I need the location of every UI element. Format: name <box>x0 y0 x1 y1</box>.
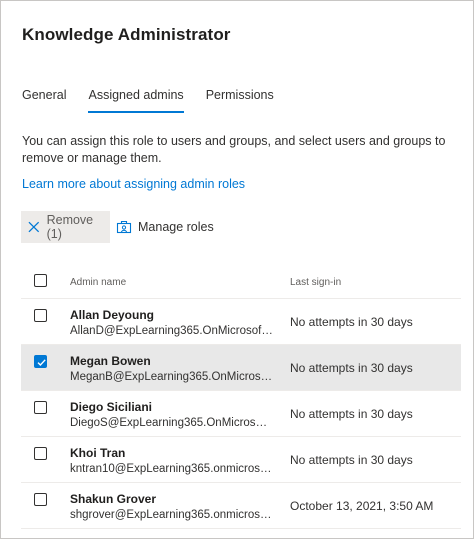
last-sign-in: No attempts in 30 days <box>290 453 413 467</box>
manage-roles-label: Manage roles <box>138 220 214 234</box>
last-sign-in: No attempts in 30 days <box>290 407 413 421</box>
admin-name: Diego Siciliani <box>70 400 153 414</box>
tab-bar: General Assigned admins Permissions <box>22 87 296 113</box>
admin-email: MeganB@ExpLearning365.OnMicrosoft.com <box>70 371 273 383</box>
row-checkbox[interactable] <box>34 493 47 506</box>
manage-roles-button[interactable]: Manage roles <box>116 211 214 243</box>
tab-permissions[interactable]: Permissions <box>206 87 274 113</box>
remove-button-label: Remove (1) <box>46 213 94 241</box>
admin-name: Megan Bowen <box>70 354 151 368</box>
last-sign-in: No attempts in 30 days <box>290 315 413 329</box>
admin-name: Shakun Grover <box>70 492 157 506</box>
table-row[interactable]: Megan Bowen MeganB@ExpLearning365.OnMicr… <box>21 345 461 391</box>
close-icon <box>28 221 40 233</box>
panel: Knowledge Administrator General Assigned… <box>0 0 474 539</box>
table-header: Admin name Last sign-in <box>21 267 461 299</box>
row-checkbox[interactable] <box>34 355 47 368</box>
admin-email: DiegoS@ExpLearning365.OnMicrosoft.com <box>70 417 273 429</box>
admin-email: kntran10@ExpLearning365.onmicrosoft.com <box>70 463 273 475</box>
manage-roles-icon <box>116 220 132 234</box>
table-row[interactable]: Shakun Grover shgrover@ExpLearning365.on… <box>21 483 461 529</box>
row-checkbox[interactable] <box>34 309 47 322</box>
tab-assigned-admins[interactable]: Assigned admins <box>88 87 184 113</box>
page-title: Knowledge Administrator <box>22 25 231 44</box>
column-header-last-sign-in: Last sign-in <box>290 277 342 288</box>
remove-button[interactable]: Remove (1) <box>21 211 110 243</box>
admin-email: AllanD@ExpLearning365.OnMicrosoft.com <box>70 325 273 337</box>
row-checkbox[interactable] <box>34 447 47 460</box>
select-all-checkbox[interactable] <box>34 274 47 287</box>
table-row[interactable]: Allan Deyoung AllanD@ExpLearning365.OnMi… <box>21 299 461 345</box>
column-header-admin-name: Admin name <box>70 277 127 288</box>
table-row[interactable]: Khoi Tran kntran10@ExpLearning365.onmicr… <box>21 437 461 483</box>
description-text: You can assign this role to users and gr… <box>22 134 446 165</box>
toolbar: Remove (1) Manage roles <box>21 211 214 243</box>
last-sign-in: October 13, 2021, 3:50 AM <box>290 499 434 513</box>
tab-general[interactable]: General <box>22 87 66 113</box>
checkmark-icon <box>37 359 46 367</box>
row-checkbox[interactable] <box>34 401 47 414</box>
last-sign-in: No attempts in 30 days <box>290 361 413 375</box>
learn-more-link[interactable]: Learn more about assigning admin roles <box>22 177 245 191</box>
admin-name: Allan Deyoung <box>70 308 155 322</box>
admin-email: shgrover@ExpLearning365.onmicrosoft.com <box>70 509 273 521</box>
admin-name: Khoi Tran <box>70 446 126 460</box>
table-row[interactable]: Diego Siciliani DiegoS@ExpLearning365.On… <box>21 391 461 437</box>
